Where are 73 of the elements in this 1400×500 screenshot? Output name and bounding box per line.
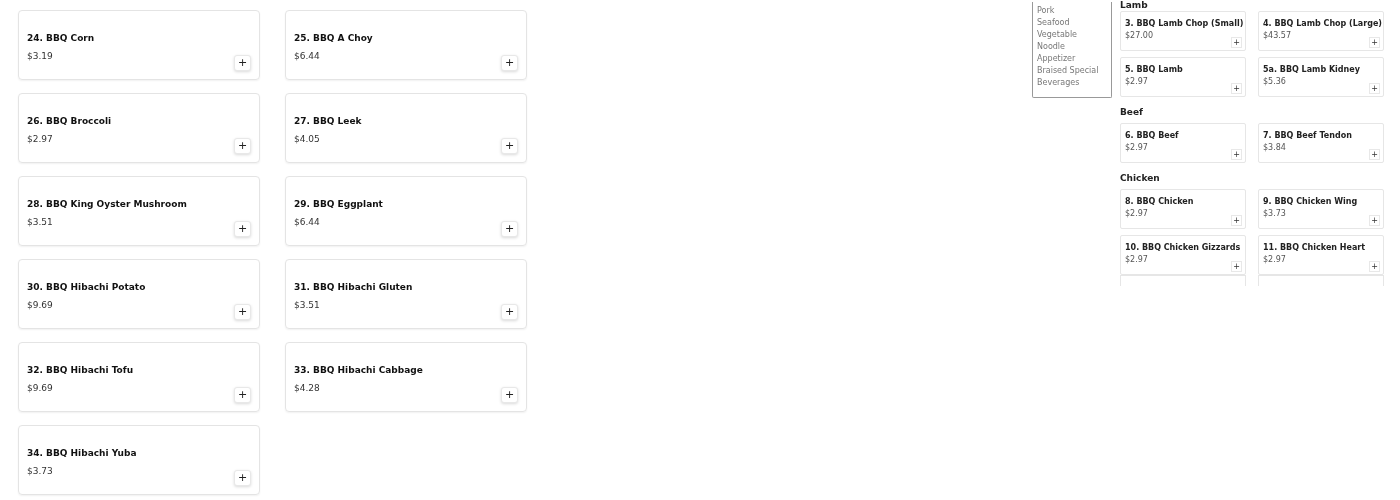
item-price: $2.97 [1125,209,1148,218]
add-button[interactable]: + [1369,215,1380,226]
item-name: 6. BBQ Beef [1125,131,1179,140]
item-name: 7. BBQ Beef Tendon [1263,131,1352,140]
add-button[interactable]: + [234,470,251,486]
add-button[interactable]: + [1231,215,1242,226]
item-price: $2.97 [1125,255,1148,264]
item-price: $3.51 [27,217,53,227]
item-name: 24. BBQ Corn [27,33,95,43]
sidebar-item[interactable]: Seafood [1037,18,1070,28]
item-name: 5. BBQ Lamb [1125,65,1183,74]
item-price: $3.73 [1263,209,1286,218]
item-price: $3.19 [27,51,53,61]
item-price: $2.97 [1125,143,1148,152]
item-name: 8. BBQ Chicken [1125,197,1194,206]
item-price: $4.28 [294,383,320,393]
item-price: $3.84 [1263,143,1286,152]
item-name: 30. BBQ Hibachi Potato [27,282,146,292]
item-name: 34. BBQ Hibachi Yuba [27,448,137,458]
item-price: $9.69 [27,300,53,310]
add-button[interactable]: + [234,138,251,154]
item-name: 9. BBQ Chicken Wing [1263,197,1358,206]
add-button[interactable]: + [1369,149,1380,160]
item-price: $43.57 [1263,31,1291,40]
item-name: 28. BBQ King Oyster Mushroom [27,199,187,209]
add-button[interactable]: + [1369,261,1380,272]
item-price: $3.73 [27,466,53,476]
item-price: $9.69 [27,383,53,393]
add-button[interactable]: + [501,55,518,71]
add-button[interactable]: + [1231,83,1242,94]
item-name: 4. BBQ Lamb Chop (Large) [1263,19,1382,28]
add-button[interactable]: + [501,387,518,403]
item-price: $5.36 [1263,77,1286,86]
section-title: Chicken [1120,173,1161,183]
add-button[interactable]: + [501,221,518,237]
sidebar-item[interactable]: Appetizer [1037,54,1076,64]
item-price: $27.00 [1125,31,1153,40]
sidebar-item[interactable]: Pork [1037,6,1055,16]
item-price: $2.97 [27,134,53,144]
item-name: 33. BBQ Hibachi Cabbage [294,365,423,375]
sidebar-item[interactable]: Noodle [1037,42,1065,52]
add-button[interactable]: + [234,304,251,320]
add-button[interactable]: + [1231,149,1242,160]
section-title: Beef [1120,107,1144,117]
sidebar-item[interactable]: Braised Special [1037,66,1099,76]
item-price: $2.97 [1125,77,1148,86]
add-button[interactable]: + [1369,37,1380,48]
sidebar-item[interactable]: Vegetable [1037,30,1078,40]
add-button[interactable]: + [501,138,518,154]
item-price: $6.44 [294,217,320,227]
item-name: 27. BBQ Leek [294,116,362,126]
item-name: 29. BBQ Eggplant [294,199,383,209]
item-name: 32. BBQ Hibachi Tofu [27,365,134,375]
item-name: 31. BBQ Hibachi Gluten [294,282,413,292]
item-name: 3. BBQ Lamb Chop (Small) [1125,19,1244,28]
item-price: $4.05 [294,134,320,144]
add-button[interactable]: + [234,221,251,237]
item-name: 26. BBQ Broccoli [27,116,112,126]
add-button[interactable]: + [1369,83,1380,94]
item-name: 11. BBQ Chicken Heart [1263,243,1366,252]
add-button[interactable]: + [1231,37,1242,48]
item-name: 25. BBQ A Choy [294,33,373,43]
item-name: 10. BBQ Chicken Gizzards [1125,243,1241,252]
item-price: $3.51 [294,300,320,310]
section-title: Lamb [1120,0,1149,10]
item-price: $2.97 [1263,255,1286,264]
add-button[interactable]: + [1231,261,1242,272]
sidebar-item[interactable]: Beverages [1037,78,1080,88]
item-name: 5a. BBQ Lamb Kidney [1263,65,1360,74]
add-button[interactable]: + [234,55,251,71]
add-button[interactable]: + [234,387,251,403]
item-price: $6.44 [294,51,320,61]
add-button[interactable]: + [501,304,518,320]
